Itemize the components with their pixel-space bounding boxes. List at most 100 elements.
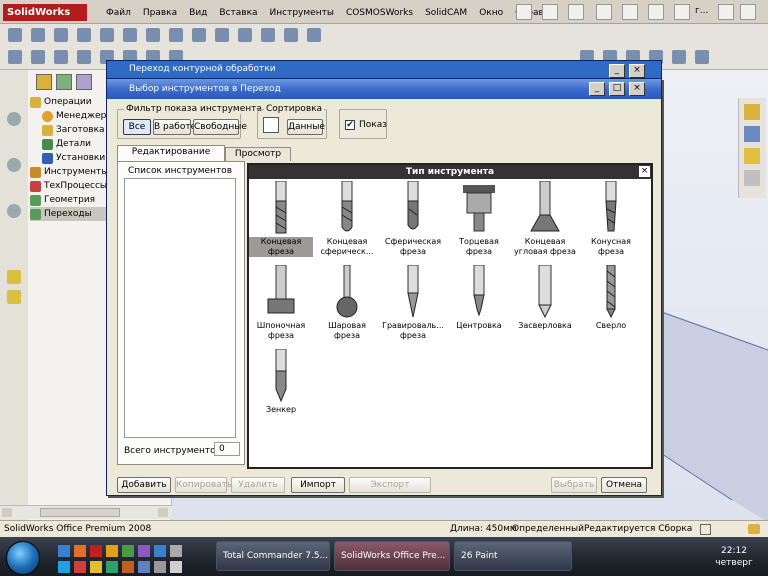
open-folder-icon[interactable] <box>542 4 558 20</box>
maximize-button[interactable]: □ <box>609 82 625 96</box>
quick-launch-icon[interactable] <box>106 545 118 557</box>
tool-countersink[interactable]: Зенкер <box>249 349 313 431</box>
axis-icon[interactable] <box>54 50 68 64</box>
taskbar-item-totalcmd[interactable]: Total Commander 7.5... <box>216 541 330 571</box>
feature-manager-tab-icon[interactable] <box>36 74 52 90</box>
sort-icon[interactable] <box>263 117 279 133</box>
quick-launch-icon[interactable] <box>154 561 166 573</box>
quick-launch-icon[interactable] <box>138 545 150 557</box>
taskbar-item-paint[interactable]: 26 Paint <box>454 541 572 571</box>
taskbar-item-solidworks[interactable]: SolidWorks Office Pre... <box>334 541 450 571</box>
pattern-icon[interactable] <box>307 28 321 42</box>
tool-keyway-cutter[interactable]: Шпоночная фреза <box>249 265 313 347</box>
quick-launch-icon[interactable] <box>106 561 118 573</box>
tree-item-processes[interactable]: ТехПроцессы <box>30 179 110 193</box>
tool-center-drill[interactable]: Центровка <box>447 265 511 347</box>
property-manager-tab-icon[interactable] <box>56 74 72 90</box>
tool-icon-3[interactable] <box>7 204 21 218</box>
scroll-left-arrow-icon[interactable] <box>2 508 12 517</box>
options-icon[interactable] <box>740 4 756 20</box>
tool-lollipop-mill[interactable]: Шаровая фреза <box>315 265 379 347</box>
circle-icon[interactable] <box>100 28 114 42</box>
tree-item-operations[interactable]: Операции <box>30 95 110 109</box>
menu-solidcam[interactable]: SolidCAM <box>419 5 473 21</box>
tool-engraving-mill[interactable]: Гравироваль... фреза <box>381 265 445 347</box>
new-doc-icon[interactable] <box>516 4 532 20</box>
filter-free-button[interactable]: Свободные <box>193 119 247 135</box>
menu-edit[interactable]: Правка <box>137 5 183 21</box>
tool-icon-5[interactable] <box>7 290 21 304</box>
spline-icon[interactable] <box>146 28 160 42</box>
tool-icon-1[interactable] <box>7 112 21 126</box>
filter-all-button[interactable]: Все <box>123 119 151 135</box>
tool-spot-drill[interactable]: Засверловка <box>513 265 577 347</box>
close-button[interactable]: × <box>629 64 645 78</box>
rebuild-indicator-icon[interactable] <box>748 524 760 534</box>
menu-cosmosworks[interactable]: COSMOSWorks <box>340 5 419 21</box>
tool-ball-end-mill[interactable]: Концевая сферическ... <box>315 181 379 263</box>
sketch-icon[interactable] <box>8 28 22 42</box>
menu-window[interactable]: Окно <box>473 5 509 21</box>
tool-icon-4[interactable] <box>7 270 21 284</box>
print-icon[interactable] <box>596 4 612 20</box>
delete-button[interactable]: Удалить <box>231 477 285 493</box>
quick-launch-icon[interactable] <box>74 561 86 573</box>
config-manager-tab-icon[interactable] <box>76 74 92 90</box>
tree-item-operations-list[interactable]: Переходы <box>30 207 110 221</box>
taskbar-clock[interactable]: 22:12 четверг <box>700 545 768 569</box>
quick-launch-icon[interactable] <box>58 561 70 573</box>
tree-item-tools[interactable]: Инструменты <box>30 165 110 179</box>
tool-drill[interactable]: Сверло <box>579 265 643 347</box>
view-palette-icon[interactable] <box>744 170 760 186</box>
rectangle-icon[interactable] <box>77 28 91 42</box>
scroll-right-arrow-icon[interactable] <box>158 508 168 517</box>
quick-launch-icon[interactable] <box>90 545 102 557</box>
design-library-icon[interactable] <box>744 126 760 142</box>
arc-icon[interactable] <box>123 28 137 42</box>
offset-icon[interactable] <box>77 50 91 64</box>
import-button[interactable]: Импорт <box>291 477 345 493</box>
start-button[interactable] <box>6 541 40 575</box>
tool-icon-2[interactable] <box>7 158 21 172</box>
status-icon[interactable] <box>700 524 711 535</box>
tree-item-parts[interactable]: Детали <box>30 137 110 151</box>
select-button[interactable]: Выбрать <box>551 477 597 493</box>
show-checkbox[interactable]: ✔ <box>345 120 355 130</box>
cancel-button[interactable]: Отмена <box>601 477 647 493</box>
copy-button[interactable]: Копировать <box>175 477 232 493</box>
minimize-button[interactable]: _ <box>589 82 605 96</box>
menu-tools[interactable]: Инструменты <box>264 5 340 21</box>
tool-face-mill[interactable]: Торцевая фреза <box>447 181 511 263</box>
tree-item-stock[interactable]: Заготовка <box>30 123 110 137</box>
line-icon[interactable] <box>54 28 68 42</box>
add-button[interactable]: Добавить <box>117 477 171 493</box>
quick-launch-icon[interactable] <box>154 545 166 557</box>
quick-launch-icon[interactable] <box>90 561 102 573</box>
tool-list[interactable] <box>124 178 236 438</box>
help-icon[interactable] <box>718 4 734 20</box>
tree-item-geometry[interactable]: Геометрия <box>30 193 110 207</box>
sort-data-button[interactable]: Данные <box>287 119 325 135</box>
file-explorer-icon[interactable] <box>744 148 760 164</box>
close-button[interactable]: × <box>629 82 645 96</box>
close-icon[interactable]: × <box>639 166 650 177</box>
extrude-icon[interactable] <box>169 28 183 42</box>
export-button[interactable]: Экспорт <box>349 477 431 493</box>
horizontal-scrollbar[interactable] <box>0 505 172 519</box>
quick-launch-icon[interactable] <box>74 545 86 557</box>
tool-taper-mill[interactable]: Конусная фреза <box>579 181 643 263</box>
minimize-button[interactable]: _ <box>609 64 625 78</box>
quick-launch-icon[interactable] <box>170 561 182 573</box>
point-icon[interactable] <box>31 50 45 64</box>
resources-icon[interactable] <box>744 104 760 120</box>
filter-in-use-button[interactable]: В работе <box>153 119 196 135</box>
plane-icon[interactable] <box>8 50 22 64</box>
quick-launch-icon[interactable] <box>138 561 150 573</box>
shell-icon[interactable] <box>261 28 275 42</box>
view-icon[interactable] <box>672 50 686 64</box>
tool-dovetail-mill[interactable]: Концевая угловая фреза <box>513 181 577 263</box>
quick-launch-icon[interactable] <box>122 561 134 573</box>
fillet-icon[interactable] <box>215 28 229 42</box>
rebuild-icon[interactable] <box>674 4 690 20</box>
tab-editing[interactable]: Редактирование <box>117 145 225 161</box>
